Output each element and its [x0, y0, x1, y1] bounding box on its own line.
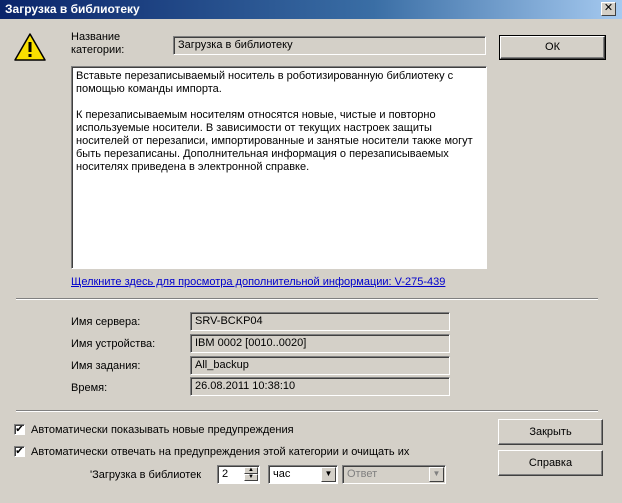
auto-show-label: Автоматически показывать новые предупреж…: [31, 424, 294, 436]
auto-reply-checkbox[interactable]: ✔: [14, 446, 25, 457]
auto-reply-label: Автоматически отвечать на предупреждения…: [31, 446, 410, 458]
category-label: Название категории:: [71, 31, 125, 56]
interval-value: 2: [222, 468, 229, 480]
chevron-down-icon: ▼: [429, 467, 444, 482]
spin-down-icon[interactable]: ▼: [244, 474, 258, 481]
close-window-button[interactable]: ✕: [601, 2, 616, 16]
message-paragraph-2: К перезаписываемым носителям относятся н…: [76, 109, 473, 173]
unit-value: час: [273, 468, 291, 480]
interval-stepper[interactable]: 2 ▲ ▼: [217, 465, 260, 484]
auto-show-checkbox[interactable]: ✔: [14, 424, 25, 435]
message-text[interactable]: Вставьте перезаписываемый носитель в роб…: [71, 66, 487, 269]
server-field: SRV-BCKP04: [190, 312, 450, 331]
category-field: Загрузка в библиотеку: [173, 36, 486, 55]
server-label: Имя сервера:: [71, 316, 141, 328]
warning-icon: [14, 33, 46, 61]
title-bar: Загрузка в библиотеку ✕: [0, 0, 622, 19]
time-field: 26.08.2011 10:38:10: [190, 377, 450, 396]
job-field: All_backup: [190, 356, 450, 375]
message-paragraph-1: Вставьте перезаписываемый носитель в роб…: [76, 70, 454, 95]
separator-bottom: [16, 410, 598, 412]
help-button[interactable]: Справка: [498, 450, 603, 476]
answer-value: Ответ: [347, 468, 378, 480]
category-interval-label: 'Загрузка в библиотек: [90, 469, 202, 481]
chevron-down-icon[interactable]: ▼: [321, 467, 336, 482]
answer-select: Ответ ▼: [342, 465, 446, 484]
more-info-link[interactable]: Щелкните здесь для просмотра дополнитель…: [71, 276, 445, 288]
spin-up-icon[interactable]: ▲: [244, 467, 258, 474]
separator-top: [16, 298, 598, 300]
device-label: Имя устройства:: [71, 338, 156, 350]
unit-select[interactable]: час ▼: [268, 465, 338, 484]
ok-button[interactable]: ОК: [499, 35, 606, 60]
device-field: IBM 0002 [0010..0020]: [190, 334, 450, 353]
close-button[interactable]: Закрыть: [498, 419, 603, 445]
window-title: Загрузка в библиотеку: [5, 2, 140, 16]
job-label: Имя задания:: [71, 360, 141, 372]
time-label: Время:: [71, 382, 108, 394]
